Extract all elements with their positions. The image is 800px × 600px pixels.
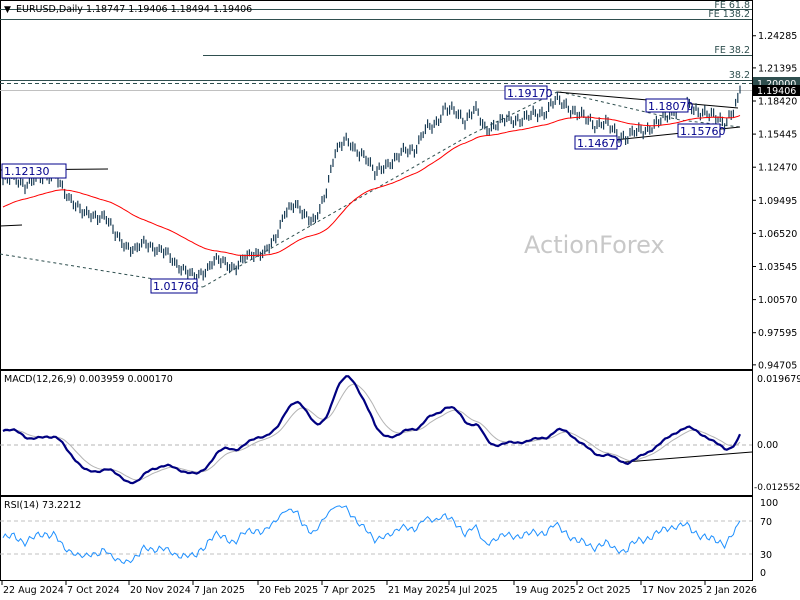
price-tick-label: 1.06520 — [758, 229, 797, 240]
date-label: 2 Oct 2025 — [578, 585, 631, 596]
macd-tick-top: 0.019679 — [757, 374, 800, 385]
svg-text:1.14670: 1.14670 — [577, 137, 623, 150]
date-label: 2 Jan 2026 — [706, 585, 757, 596]
macd-line — [2, 375, 742, 485]
svg-text:1.18070: 1.18070 — [648, 100, 694, 113]
fe-382-label: FE 38.2 — [714, 45, 750, 56]
rsi-tick-70: 70 — [760, 517, 772, 528]
date-label: 20 Nov 2024 — [130, 585, 191, 596]
annotation-101760: 1.01760 — [150, 278, 199, 294]
macd-pane — [0, 370, 753, 496]
rsi-tick-0: 0 — [760, 568, 766, 579]
price-tick-label: 1.12470 — [758, 163, 797, 174]
fe-1382-label: FE 138.2 — [708, 9, 750, 20]
macd-tick-bottom: -0.012552 — [754, 483, 800, 493]
date-label: 21 May 2025 — [388, 585, 450, 596]
rsi-line — [2, 505, 741, 565]
price-tick-label: 0.97595 — [758, 328, 797, 339]
price-tick-label: 1.24285 — [758, 31, 797, 42]
date-label: 7 Jan 2025 — [194, 585, 245, 596]
date-label: 17 Nov 2025 — [642, 585, 703, 596]
rsi-tick-100: 100 — [760, 498, 778, 509]
date-label: 7 Oct 2024 — [67, 585, 120, 596]
date-label: 20 Feb 2025 — [259, 585, 318, 596]
macd-signal-line — [2, 383, 741, 481]
price-tick-label: 1.09495 — [758, 196, 797, 207]
chart: ActionForex FE 61.8 FE 138.2 FE 38.2 38.… — [0, 0, 800, 596]
rising-dashed-trendline[interactable] — [202, 91, 558, 288]
rsi-title: RSI(14) 73.2212 — [4, 500, 81, 511]
macd-title: MACD(12,26,9) 0.003959 0.000170 — [4, 374, 173, 385]
svg-text:1.19406: 1.19406 — [757, 86, 796, 97]
annotation-119170: 1.19170 — [504, 85, 553, 100]
date-label: 19 Aug 2025 — [515, 585, 576, 596]
annotation-114670: 1.14670 — [574, 135, 623, 150]
rsi-tick-30: 30 — [760, 550, 772, 561]
svg-text:1.01760: 1.01760 — [153, 280, 199, 293]
retracement-382-label: 38.2 — [729, 70, 750, 81]
price-tick-label: 0.94705 — [758, 360, 797, 371]
annotation-115760: 1.15760 — [677, 123, 726, 138]
annotation-112130: 1.12130 — [1, 163, 67, 179]
price-tick-label: 1.21395 — [758, 63, 797, 74]
price-tick-label: 1.03545 — [758, 262, 797, 273]
date-axis: 22 Aug 2024 7 Oct 2024 20 Nov 2024 7 Jan 20… — [1, 581, 757, 596]
price-tick-label: 1.15445 — [758, 130, 797, 141]
chart-title: EURUSD,Daily 1.18747 1.19406 1.18494 1.1… — [16, 4, 252, 15]
collapse-arrow-icon[interactable]: ▼ — [4, 5, 11, 15]
annotation-118070: 1.18070 — [645, 98, 694, 113]
watermark: ActionForex — [524, 231, 665, 259]
svg-text:1.19170: 1.19170 — [507, 87, 553, 100]
date-label: 7 Apr 2025 — [323, 585, 376, 596]
svg-text:1.15760: 1.15760 — [680, 125, 726, 138]
date-label: 22 Aug 2024 — [3, 585, 64, 596]
macd-tick-zero: 0.00 — [757, 440, 778, 451]
current-price-tag: 1.19406 — [753, 85, 800, 97]
svg-text:1.12130: 1.12130 — [4, 165, 50, 178]
short-support-line[interactable] — [0, 224, 23, 227]
price-tick-label: 1.18420 — [758, 97, 797, 108]
date-label: 4 Jul 2025 — [450, 585, 498, 596]
price-tick-label: 1.00570 — [758, 295, 797, 306]
